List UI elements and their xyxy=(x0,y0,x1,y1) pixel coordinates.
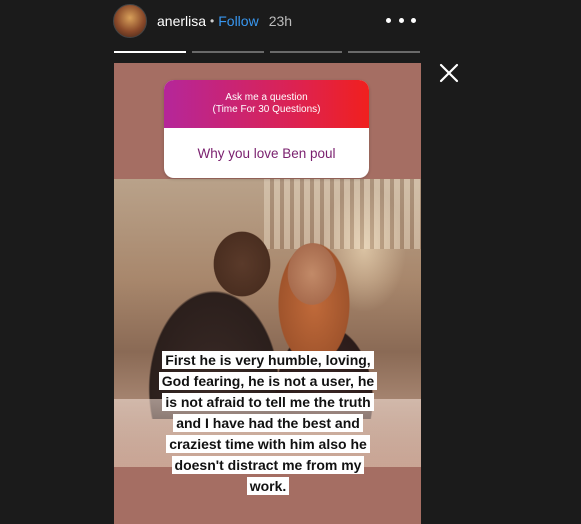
question-sticker[interactable]: Ask me a question (Time For 30 Questions… xyxy=(164,80,369,178)
progress-segment-1 xyxy=(114,51,186,53)
question-sticker-subtitle: (Time For 30 Questions) xyxy=(212,104,321,115)
progress-segment-4 xyxy=(348,51,420,53)
answer-line: doesn't distract me from my xyxy=(171,456,365,474)
question-sticker-title: Ask me a question xyxy=(225,92,308,103)
question-sticker-header: Ask me a question (Time For 30 Questions… xyxy=(164,80,369,128)
progress-segment-2 xyxy=(192,51,264,53)
dot xyxy=(411,17,416,23)
follow-button[interactable]: Follow xyxy=(218,13,258,29)
answer-line: God fearing, he is not a user, he xyxy=(158,372,378,390)
progress-segment-3 xyxy=(270,51,342,53)
answer-line: work. xyxy=(246,477,290,495)
dot xyxy=(398,17,404,23)
answer-line: craziest time with him also he xyxy=(166,435,370,453)
avatar[interactable] xyxy=(113,4,147,38)
answer-line: is not afraid to tell me the truth xyxy=(162,393,374,411)
timestamp: 23h xyxy=(268,13,293,29)
progress-fill xyxy=(114,51,186,53)
story-progress xyxy=(114,51,420,53)
dot xyxy=(386,17,391,23)
story-viewer: anerlisa • Follow 23h Ask me a question xyxy=(0,0,581,524)
story-header: anerlisa • Follow 23h xyxy=(113,4,423,38)
answer-text: First he is very humble, loving, God fea… xyxy=(148,350,388,497)
more-dots-icon[interactable] xyxy=(386,12,416,28)
separator-dot: • xyxy=(210,14,215,28)
close-glyph xyxy=(439,63,459,83)
username[interactable]: anerlisa xyxy=(157,13,206,29)
answer-line: First he is very humble, loving, xyxy=(162,351,374,369)
question-text: Why you love Ben poul xyxy=(197,145,336,161)
answer-line: and I have had the best and xyxy=(173,414,363,432)
close-icon[interactable] xyxy=(438,62,460,84)
story-content[interactable]: Ask me a question (Time For 30 Questions… xyxy=(114,63,421,524)
